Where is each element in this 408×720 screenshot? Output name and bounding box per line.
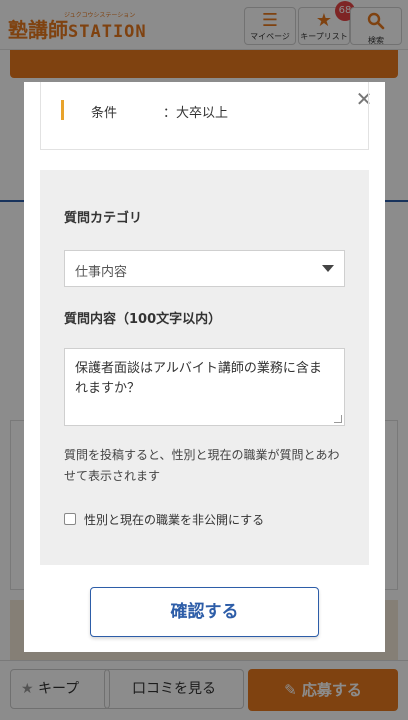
posting-notice: 質問を投稿すると、性別と現在の職業が質問とあわせて表示されます: [64, 448, 340, 483]
chevron-down-icon: [322, 265, 334, 272]
private-checkbox[interactable]: [64, 513, 76, 525]
question-text: 保護者面談はアルバイト講師の業務に含まれますか？: [75, 361, 322, 396]
question-modal: ✕ 条件 ：大卒以上 質問カテゴリ 仕事内容 質問内容（100文字以内） 保護者…: [24, 82, 385, 652]
category-selected-value: 仕事内容: [75, 265, 128, 280]
condition-marker: [61, 100, 64, 120]
category-label: 質問カテゴリ: [64, 211, 143, 226]
condition-label: 条件: [91, 106, 118, 121]
confirm-button[interactable]: 確認する: [90, 587, 319, 637]
condition-value: ：大卒以上: [163, 106, 229, 121]
resize-handle-icon[interactable]: [334, 415, 342, 423]
category-select[interactable]: 仕事内容: [64, 250, 345, 287]
private-checkbox-label[interactable]: 性別と現在の職業を非公開にする: [84, 511, 264, 528]
question-label: 質問内容（100文字以内）: [64, 312, 222, 327]
question-form: 質問カテゴリ 仕事内容 質問内容（100文字以内） 保護者面談はアルバイト講師の…: [40, 170, 369, 565]
condition-box: 条件 ：大卒以上: [40, 82, 369, 150]
question-textarea[interactable]: 保護者面談はアルバイト講師の業務に含まれますか？: [64, 348, 345, 426]
